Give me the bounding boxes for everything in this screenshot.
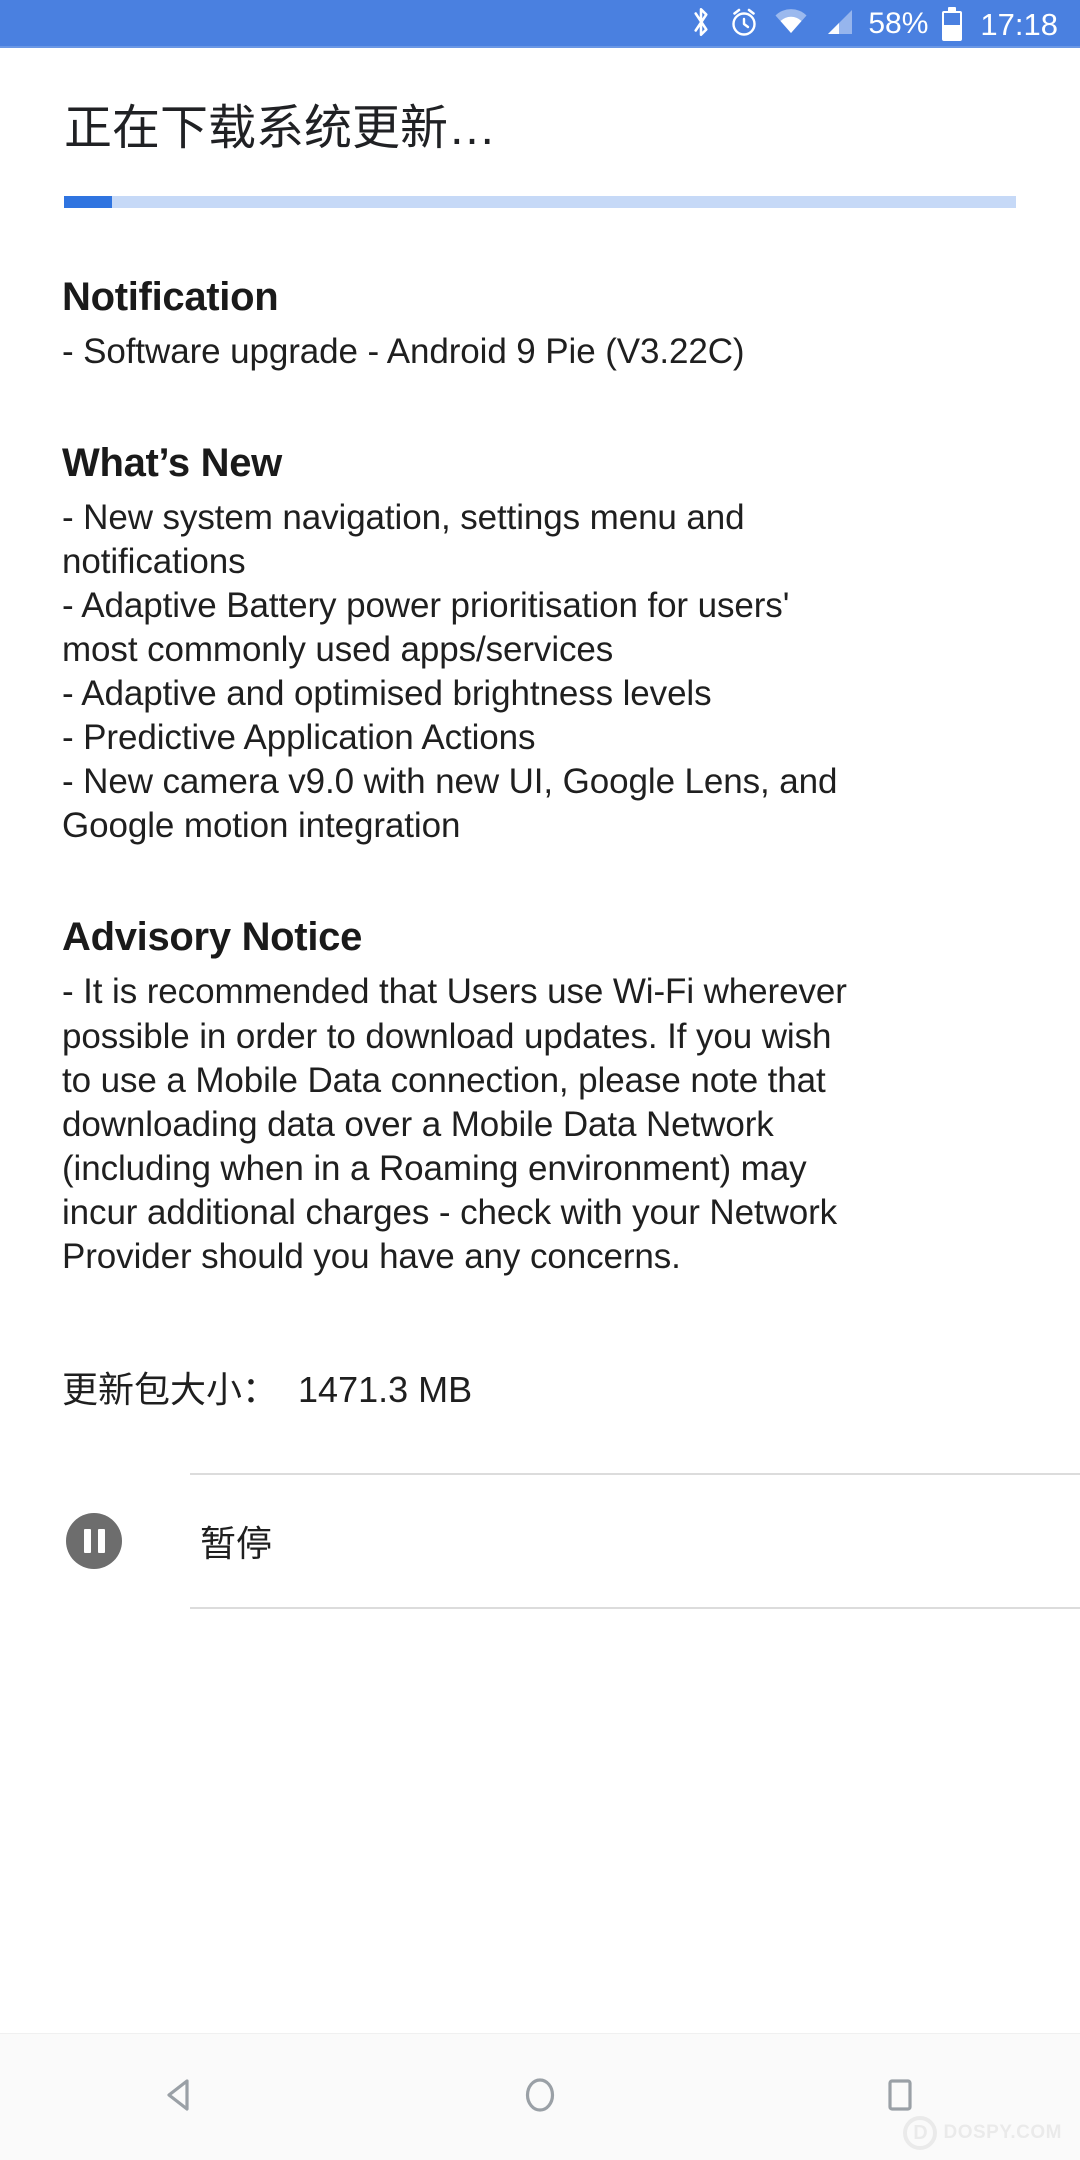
section-notification: Notification - Software upgrade - Androi… — [62, 270, 1018, 374]
clock-label: 17:18 — [980, 6, 1058, 42]
pause-row[interactable]: 暂停 — [0, 1475, 1080, 1607]
download-progress-bar — [64, 195, 1016, 208]
action-zone: 暂停 — [0, 1473, 1080, 1610]
status-bar: 58% 17:18 — [0, 0, 1080, 48]
section-line: notifications — [62, 541, 246, 581]
home-button[interactable] — [450, 2034, 630, 2160]
section-heading: Advisory Notice — [62, 915, 363, 960]
update-content-scroll[interactable]: 正在下载系统更新… Notification - Software upgrad… — [0, 48, 1080, 2033]
section-line: - It is recommended that Users use Wi-Fi… — [62, 972, 847, 1012]
section-line: - Software upgrade - Android 9 Pie (V3.2… — [62, 331, 745, 371]
section-line: incur additional charges - check with yo… — [62, 1192, 838, 1232]
back-button[interactable] — [90, 2034, 270, 2160]
battery-percent-label: 58% — [868, 7, 929, 40]
package-size-value: 1471.3 MB — [298, 1369, 473, 1411]
section-line: - Predictive Application Actions — [62, 718, 536, 758]
section-line: Google motion integration — [62, 806, 461, 846]
pause-bar-left — [83, 1529, 91, 1554]
section-heading: Notification — [62, 274, 279, 319]
section-line: - Adaptive and optimised brightness leve… — [62, 674, 712, 714]
pause-icon[interactable] — [66, 1513, 122, 1570]
section-whats-new: What’s New - New system navigation, sett… — [62, 436, 1018, 849]
watermark-text: DOSPY.COM — [943, 2122, 1062, 2144]
alarm-icon — [728, 6, 760, 43]
status-bar-icons: 58% 17:18 — [688, 5, 1058, 44]
section-body: - New system navigation, settings menu a… — [62, 496, 1018, 849]
divider-bottom — [190, 1607, 1080, 1610]
section-line: - New camera v9.0 with new UI, Google Le… — [62, 762, 838, 802]
section-body: - Software upgrade - Android 9 Pie (V3.2… — [62, 330, 1018, 374]
section-heading: What’s New — [62, 440, 282, 485]
download-progress-fill — [64, 195, 112, 208]
section-line: - Adaptive Battery power prioritisation … — [62, 585, 790, 625]
section-advisory-notice: Advisory Notice - It is recommended that… — [62, 910, 1018, 1279]
back-icon — [156, 2071, 204, 2124]
section-line: most commonly used apps/services — [62, 629, 614, 669]
watermark-logo-icon: D — [903, 2116, 938, 2150]
home-icon — [516, 2071, 564, 2124]
section-line: Provider should you have any concerns. — [62, 1237, 681, 1276]
android-nav-bar: D DOSPY.COM — [0, 2033, 1080, 2160]
phone-screen: 58% 17:18 正在下载系统更新… Notification - Softw… — [0, 0, 1080, 2160]
wifi-icon — [774, 8, 808, 41]
page-title: 正在下载系统更新… — [64, 102, 497, 155]
package-size-label: 更新包大小： — [62, 1369, 279, 1411]
section-line: possible in order to download updates. I… — [62, 1016, 832, 1056]
pause-bar-right — [97, 1529, 105, 1554]
site-watermark: D DOSPY.COM — [903, 2116, 1062, 2150]
section-line: downloading data over a Mobile Data Netw… — [62, 1104, 774, 1144]
section-line: - New system navigation, settings menu a… — [62, 497, 745, 537]
pause-label[interactable]: 暂停 — [200, 1515, 272, 1567]
release-notes: Notification - Software upgrade - Androi… — [0, 270, 1080, 1280]
section-body: - It is recommended that Users use Wi-Fi… — [62, 970, 1018, 1279]
section-line: (including when in a Roaming environment… — [62, 1148, 807, 1188]
bluetooth-icon — [688, 5, 714, 44]
signal-icon — [822, 8, 854, 41]
section-line: to use a Mobile Data connection, please … — [62, 1060, 826, 1100]
battery-icon — [942, 7, 963, 41]
package-size-row: 更新包大小： 1471.3 MB — [62, 1361, 1018, 1413]
